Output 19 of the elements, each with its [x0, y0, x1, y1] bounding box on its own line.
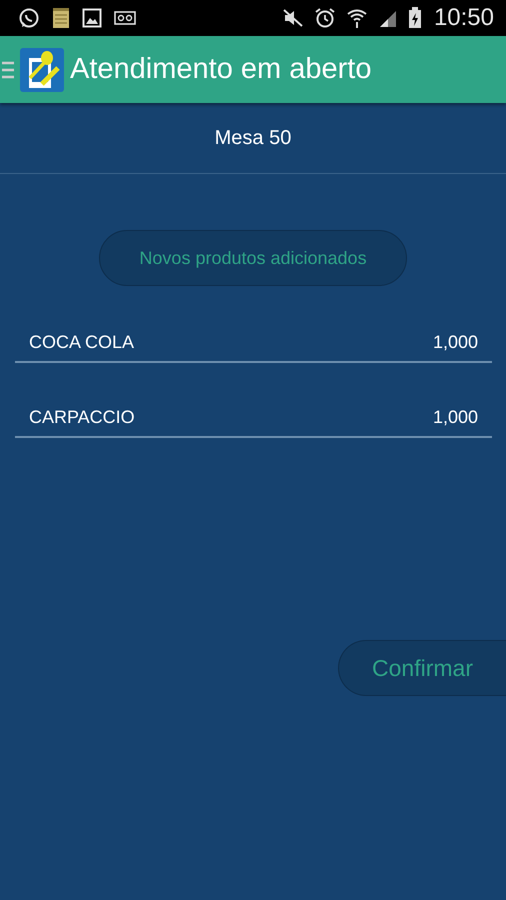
screen-title: Atendimento em aberto [70, 53, 372, 86]
notes-icon [52, 7, 70, 29]
app-logo-icon [20, 48, 64, 92]
menu-icon[interactable] [2, 60, 14, 80]
voicemail-icon [114, 11, 136, 25]
product-name: COCA COLA [29, 332, 134, 353]
product-quantity: 1,000 [432, 407, 478, 428]
table-number: Mesa 50 [0, 103, 506, 174]
product-quantity: 1,000 [432, 332, 478, 353]
new-products-button[interactable]: Novos produtos adicionados [99, 230, 407, 286]
image-icon [82, 8, 102, 28]
wifi-icon [346, 7, 368, 29]
battery-icon [408, 7, 422, 29]
alarm-icon [314, 7, 336, 29]
confirm-button[interactable]: Confirmar [338, 640, 506, 696]
mute-icon [282, 8, 304, 28]
chat-icon [18, 7, 40, 29]
product-name: CARPACCIO [29, 407, 135, 428]
clock-time: 10:50 [434, 4, 494, 32]
